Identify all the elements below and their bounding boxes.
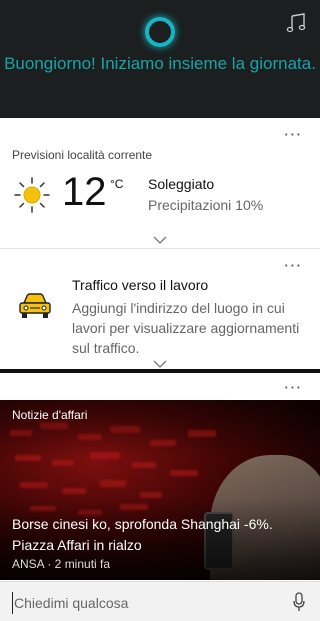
weather-condition: Soleggiato [148,176,215,192]
weather-more-button[interactable]: ··· [284,127,302,143]
greeting-text: Buongiorno! Iniziamo insieme la giornata… [4,54,316,73]
weather-card-title: Previsioni località corrente [12,148,153,162]
microphone-icon[interactable] [292,592,306,612]
car-icon [19,293,51,318]
expand-chevron-icon[interactable] [153,236,167,244]
temperature-unit: °C [110,177,124,191]
expand-chevron-icon[interactable] [153,360,167,368]
news-image[interactable]: Notizie d'affari Borse cinesi ko, sprofo… [0,400,320,580]
weather-card[interactable]: ··· Previsioni località corrente 12 °C S… [0,118,320,248]
sun-icon [14,177,50,213]
music-note-icon[interactable] [286,12,308,34]
search-input[interactable] [12,592,272,614]
traffic-description: Aggiungi l'indirizzo del luogo in cui la… [72,300,300,356]
temperature-value: 12 [62,170,107,214]
news-source: ANSA · 2 minuti fa [12,557,111,571]
news-more-button[interactable]: ··· [284,380,302,396]
precipitation-text: Precipitazioni 10% [148,197,264,213]
news-headline[interactable]: Borse cinesi ko, sprofonda Shanghai -6%.… [12,514,312,556]
traffic-card[interactable]: ··· Traffico verso il lavoro Aggiungi l'… [0,249,320,369]
traffic-title: Traffico verso il lavoro [72,277,209,293]
cortana-header: Buongiorno! Iniziamo insieme la giornata… [0,0,320,118]
search-bar [0,581,320,621]
traffic-more-button[interactable]: ··· [284,258,302,274]
cortana-ring-icon[interactable] [145,17,175,47]
news-category-label: Notizie d'affari [12,408,88,422]
news-card[interactable]: ··· Notizie d'affari Borse cinesi ko, sp… [0,373,320,580]
